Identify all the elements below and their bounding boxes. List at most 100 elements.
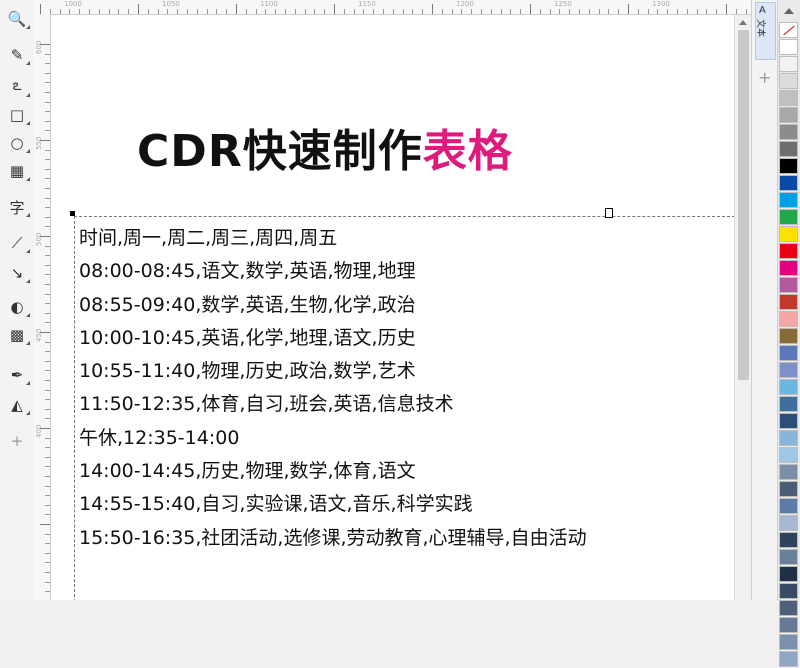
color-swatch[interactable] <box>779 175 798 191</box>
color-swatch[interactable] <box>779 141 798 157</box>
text-docker-tab[interactable]: A 文本 <box>755 2 776 60</box>
ruler-tick <box>45 476 50 477</box>
color-swatch[interactable] <box>779 549 798 565</box>
color-swatch[interactable] <box>779 566 798 582</box>
selection-handle-top-left[interactable] <box>70 211 75 216</box>
flyout-corner-icon <box>26 313 30 317</box>
color-swatch[interactable] <box>779 260 798 276</box>
color-swatch[interactable] <box>779 498 798 514</box>
color-swatch[interactable] <box>779 532 798 548</box>
ruler-tick <box>677 9 678 14</box>
ruler-tick <box>45 437 50 439</box>
ellipse-tool[interactable]: ○ <box>5 132 30 154</box>
ruler-tick <box>579 9 580 14</box>
ruler-label: 500 <box>35 232 43 246</box>
text-frame-overflow-handle[interactable] <box>605 208 613 218</box>
ruler-tick <box>79 9 81 14</box>
paragraph-text[interactable]: 时间,周一,周二,周三,周四,周五 08:00-08:45,语文,数学,英语,物理… <box>79 222 587 555</box>
parallel-dimension-tool[interactable]: ⟋ <box>5 232 30 254</box>
color-swatch[interactable] <box>779 90 798 106</box>
ruler-tick <box>45 168 50 170</box>
ruler-tick <box>45 159 50 161</box>
ruler-tick <box>45 408 50 410</box>
palette-scroll-up-icon[interactable] <box>784 8 794 14</box>
eyedropper-tool[interactable]: ✒ <box>5 364 30 386</box>
scroll-up-arrow-icon[interactable] <box>739 20 747 25</box>
ruler-tick <box>45 572 50 573</box>
flyout-corner-icon <box>26 249 30 253</box>
text-tool[interactable]: 字 <box>5 196 30 218</box>
color-swatch[interactable] <box>779 328 798 344</box>
curve-tool[interactable]: ఽ <box>5 76 30 98</box>
color-swatch[interactable] <box>779 73 798 89</box>
transparency-tool[interactable]: ▩ <box>5 324 30 346</box>
text-line: 午休,12:35-14:00 <box>79 426 240 449</box>
flyout-corner-icon <box>26 61 30 65</box>
color-swatch[interactable] <box>779 192 798 208</box>
color-swatch[interactable] <box>779 430 798 446</box>
color-swatch[interactable] <box>779 294 798 310</box>
color-swatch[interactable] <box>779 481 798 497</box>
ruler-tick <box>265 9 267 14</box>
fill-tool[interactable]: ◭ <box>5 394 30 416</box>
color-swatch[interactable] <box>779 107 798 123</box>
vertical-scrollbar[interactable] <box>734 15 752 600</box>
ruler-tick <box>45 322 50 324</box>
color-swatch[interactable] <box>779 396 798 412</box>
color-swatch[interactable] <box>779 600 798 616</box>
ruler-tick <box>147 9 149 14</box>
ruler-tick <box>598 9 600 14</box>
add-tool[interactable]: + <box>5 430 29 452</box>
color-swatch[interactable] <box>779 56 798 72</box>
color-swatch[interactable] <box>779 39 798 55</box>
freehand-tool[interactable]: ✎ <box>5 44 30 66</box>
color-swatch[interactable] <box>779 651 798 667</box>
ruler-tick <box>45 456 50 458</box>
ruler-tick <box>490 9 492 14</box>
horizontal-ruler[interactable]: 1000 1050 1100 1150 1200 1250 1300 <box>34 0 751 15</box>
ruler-tick <box>637 9 639 14</box>
vertical-ruler[interactable]: 600 550 500 450 400 <box>34 14 51 600</box>
ruler-tick <box>45 591 50 593</box>
color-swatch[interactable] <box>779 362 798 378</box>
color-swatch[interactable] <box>779 226 798 242</box>
zoom-tool[interactable]: 🔍 <box>5 8 30 30</box>
ruler-tick <box>481 9 482 14</box>
ruler-tick <box>373 9 375 14</box>
ruler-tick <box>412 9 414 14</box>
color-swatch[interactable] <box>779 277 798 293</box>
color-swatch[interactable] <box>779 345 798 361</box>
ruler-tick <box>236 4 237 14</box>
headline-text[interactable]: CDR快速制作表格 <box>137 115 513 179</box>
scrollbar-thumb[interactable] <box>738 30 749 380</box>
color-swatch[interactable] <box>779 447 798 463</box>
shadow-tool[interactable]: ◐ <box>5 296 30 318</box>
table-tool[interactable]: ▦ <box>5 160 30 182</box>
flyout-corner-icon <box>26 279 30 283</box>
drawing-canvas[interactable]: CDR快速制作表格 时间,周一,周二,周三,周四,周五 08:00-08:45,语… <box>51 15 734 600</box>
color-swatch[interactable] <box>779 243 798 259</box>
ruler-tick <box>285 9 286 14</box>
no-color-swatch[interactable] <box>779 22 798 38</box>
color-swatch[interactable] <box>779 634 798 650</box>
color-swatch[interactable] <box>779 617 798 633</box>
text-line: 15:50-16:35,社团活动,选修课,劳动教育,心理辅导,自由活动 <box>79 526 587 549</box>
color-swatch[interactable] <box>779 515 798 531</box>
rectangle-tool[interactable]: □ <box>5 104 30 126</box>
color-swatch[interactable] <box>779 583 798 599</box>
color-swatch[interactable] <box>779 311 798 327</box>
ruler-tick <box>706 9 708 14</box>
color-swatch[interactable] <box>779 464 798 480</box>
connector-tool[interactable]: ↘ <box>5 262 30 284</box>
add-docker-icon[interactable]: + <box>758 68 771 87</box>
color-swatch[interactable] <box>779 379 798 395</box>
ruler-label: 1100 <box>260 0 278 8</box>
ruler-tick <box>40 524 50 525</box>
color-swatch[interactable] <box>779 209 798 225</box>
ruler-tick <box>334 4 335 14</box>
color-swatch[interactable] <box>779 158 798 174</box>
ruler-tick <box>45 495 50 497</box>
color-swatch[interactable] <box>779 124 798 140</box>
ruler-label: 450 <box>35 328 43 342</box>
color-swatch[interactable] <box>779 413 798 429</box>
